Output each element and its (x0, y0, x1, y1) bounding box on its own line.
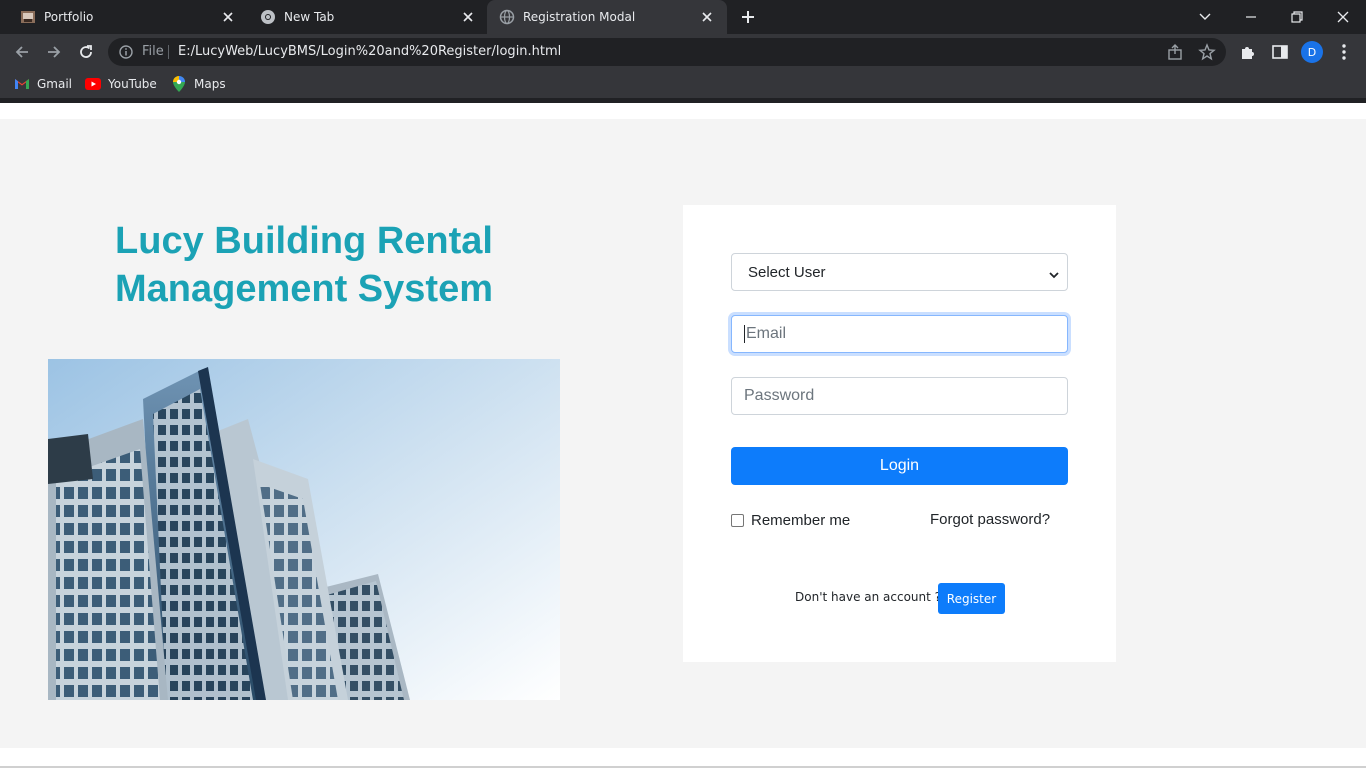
new-tab-button[interactable] (736, 5, 760, 29)
back-arrow-icon[interactable] (10, 40, 34, 64)
password-field[interactable]: Password (731, 377, 1068, 415)
tab-strip: Portfolio New Tab Registration Modal (0, 0, 1366, 34)
chrome-icon (260, 9, 276, 25)
login-card: Select User Email Password Login Remembe… (683, 205, 1116, 662)
register-button[interactable]: Register (938, 583, 1005, 614)
bookmark-youtube[interactable]: YouTube (85, 75, 157, 93)
email-field[interactable]: Email (731, 315, 1068, 353)
youtube-icon (85, 76, 101, 92)
bookmark-label: Maps (194, 77, 226, 91)
tab-portfolio[interactable]: Portfolio (0, 0, 248, 34)
tab-new-tab[interactable]: New Tab (248, 0, 488, 34)
close-icon[interactable] (460, 9, 476, 25)
side-panel-icon[interactable] (1271, 43, 1289, 61)
browser-toolbar: File E:/LucyWeb/LucyBMS/Login%20and%20Re… (0, 34, 1366, 70)
info-icon[interactable] (118, 44, 134, 60)
portfolio-favicon (20, 9, 36, 25)
page-viewport: Lucy Building Rental Management System S… (0, 103, 1366, 768)
tab-label: Registration Modal (523, 10, 636, 24)
bookmark-maps[interactable]: Maps (171, 75, 226, 93)
share-icon[interactable] (1166, 43, 1184, 61)
forgot-password-link[interactable]: Forgot password? (930, 511, 1050, 529)
password-placeholder: Password (744, 387, 815, 404)
page-title: Lucy Building Rental Management System (48, 217, 560, 313)
login-button[interactable]: Login (731, 447, 1068, 485)
close-icon[interactable] (220, 9, 236, 25)
bookmark-star-icon[interactable] (1198, 43, 1216, 61)
remember-me[interactable]: Remember me (731, 511, 850, 529)
gmail-icon (14, 76, 30, 92)
title-line-2: Management System (114, 268, 493, 310)
tab-search-chevron-icon[interactable] (1182, 0, 1228, 34)
maps-icon (171, 76, 187, 92)
url-text[interactable]: E:/LucyWeb/LucyBMS/Login%20and%20Registe… (178, 44, 561, 59)
forward-arrow-icon[interactable] (42, 40, 66, 64)
divider (168, 45, 169, 59)
restore-icon[interactable] (1274, 0, 1320, 34)
user-type-select[interactable]: Select User (731, 253, 1068, 291)
tab-registration-modal[interactable]: Registration Modal (487, 0, 727, 34)
scheme-label: File (142, 44, 164, 59)
profile-avatar[interactable]: D (1301, 41, 1323, 63)
bookmark-label: Gmail (37, 77, 73, 91)
login-section: Lucy Building Rental Management System S… (0, 119, 1366, 748)
tab-label: New Tab (284, 10, 335, 24)
remember-checkbox[interactable] (731, 513, 744, 527)
email-placeholder: Email (746, 325, 787, 342)
window-close-icon[interactable] (1320, 0, 1366, 34)
close-icon[interactable] (699, 9, 715, 25)
extensions-puzzle-icon[interactable] (1239, 43, 1257, 61)
tab-label: Portfolio (44, 10, 94, 24)
bookmark-gmail[interactable]: Gmail (14, 75, 72, 93)
bookmark-label: YouTube (108, 77, 157, 91)
bookmarks-bar: Gmail YouTube Maps (0, 70, 1366, 98)
remember-label: Remember me (751, 511, 851, 529)
select-value: Select User (748, 263, 826, 281)
no-account-text: Don't have an account ? (795, 590, 942, 604)
minimize-icon[interactable] (1228, 0, 1274, 34)
reload-icon[interactable] (74, 40, 98, 64)
text-caret (744, 325, 745, 343)
building-photo (48, 359, 560, 700)
address-bar[interactable]: File E:/LucyWeb/LucyBMS/Login%20and%20Re… (108, 38, 1226, 66)
title-line-1: Lucy Building Rental (115, 220, 493, 262)
menu-kebab-icon[interactable] (1336, 42, 1352, 62)
chevron-down-icon (1049, 267, 1059, 279)
globe-icon (499, 9, 515, 25)
